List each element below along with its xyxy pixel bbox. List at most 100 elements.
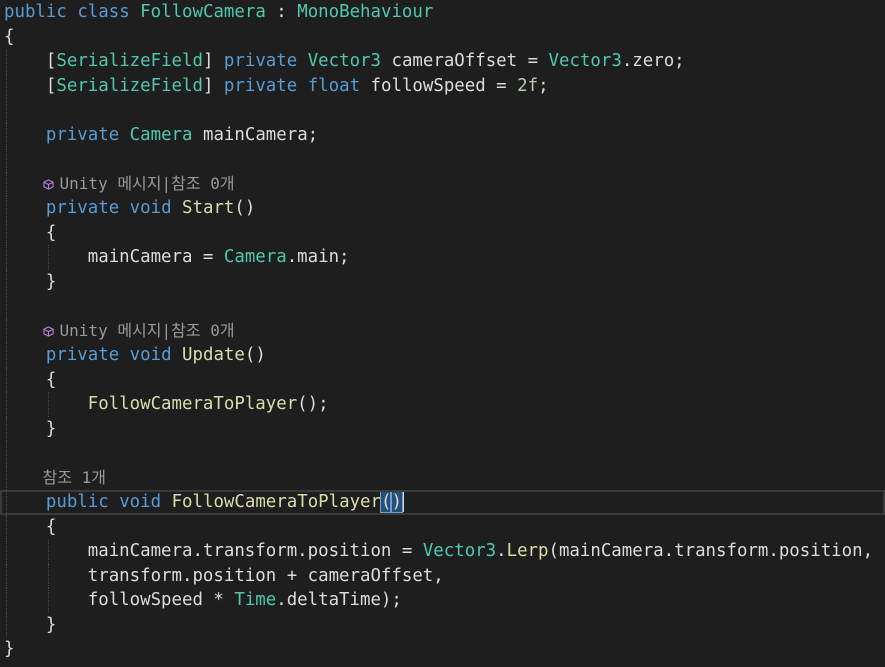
- code-token-punc: [4, 492, 46, 512]
- codelens-line[interactable]: Unity 메시지|참조 0개: [0, 318, 885, 343]
- code-token-kw: private: [45, 198, 120, 218]
- code-token-type: Vector3: [422, 541, 497, 561]
- code-line[interactable]: {: [0, 220, 885, 245]
- code-token-punc: [161, 492, 171, 512]
- code-token-num: 2f: [517, 75, 539, 96]
- code-token-punc: [4, 125, 46, 145]
- codelens-text[interactable]: Unity 메시지|참조 0개: [60, 321, 235, 340]
- code-token-type: SerializeField: [56, 75, 203, 96]
- code-token-punc: ();: [297, 394, 329, 414]
- code-line[interactable]: public void FollowCameraToPlayer(): [0, 490, 885, 515]
- code-line[interactable]: [0, 147, 885, 172]
- code-line[interactable]: followSpeed * Time.deltaTime);: [0, 588, 885, 613]
- code-token-ident: .main;: [286, 247, 350, 267]
- indent-guide: [6, 490, 7, 515]
- code-token-punc: (): [244, 345, 266, 365]
- code-token-punc: [297, 76, 307, 96]
- code-token-ident: mainCamera.transform.position =: [4, 541, 423, 561]
- code-token-method: FollowCameraToPlayer: [171, 492, 381, 512]
- code-line[interactable]: }: [0, 612, 885, 637]
- code-token-paren-hl: ): [390, 491, 404, 513]
- indent-guide: [6, 245, 7, 270]
- code-token-ident: mainCamera;: [192, 124, 319, 145]
- indent-guide: [6, 343, 7, 368]
- code-token-punc: [4, 76, 46, 96]
- code-token-kw: private: [45, 345, 120, 365]
- code-token-type: Camera: [223, 247, 287, 267]
- code-line[interactable]: private Camera mainCamera;: [0, 122, 885, 147]
- indent-guide: [6, 318, 7, 343]
- code-line[interactable]: private void Update(): [0, 343, 885, 368]
- code-token-kw: public: [45, 492, 109, 512]
- indent-guide: [6, 220, 7, 245]
- codelens-text[interactable]: 참조 1개: [43, 468, 106, 487]
- indent-guide: [6, 269, 7, 294]
- code-token-punc: }: [4, 271, 57, 292]
- codelens-line[interactable]: Unity 메시지|참조 0개: [0, 171, 885, 196]
- code-line[interactable]: [SerializeField] private Vector3 cameraO…: [0, 49, 885, 74]
- code-token-punc: ;: [538, 75, 549, 96]
- code-line[interactable]: [SerializeField] private float followSpe…: [0, 73, 885, 98]
- code-token-punc: .: [496, 541, 507, 561]
- code-token-punc: :: [265, 2, 298, 22]
- code-line[interactable]: [0, 98, 885, 123]
- code-token-ident: cameraOffset =: [381, 51, 549, 71]
- codelens-text[interactable]: Unity 메시지|참조 0개: [60, 174, 235, 193]
- code-line[interactable]: {: [0, 514, 885, 539]
- code-token-punc: [119, 345, 129, 365]
- indent-guide: [6, 465, 7, 490]
- code-token-ident: transform.position + cameraOffset,: [4, 565, 444, 586]
- code-line[interactable]: [0, 294, 885, 319]
- indent-guide: [6, 49, 7, 74]
- code-token-punc: {: [4, 222, 57, 243]
- code-token-punc: }: [4, 418, 57, 439]
- code-line[interactable]: }: [0, 416, 885, 441]
- code-token-method: Start: [182, 198, 235, 218]
- code-line[interactable]: {: [0, 25, 885, 50]
- code-line[interactable]: private void Start(): [0, 196, 885, 221]
- codelens-line[interactable]: 참조 1개: [0, 465, 885, 490]
- indent-guide: [6, 416, 7, 441]
- code-token-method: Update: [182, 345, 245, 365]
- code-line[interactable]: mainCamera = Camera.main;: [0, 245, 885, 270]
- code-line[interactable]: }: [0, 269, 885, 294]
- indent-guide: [6, 367, 7, 392]
- code-token-type: SerializeField: [56, 51, 203, 71]
- code-line[interactable]: public class FollowCamera : MonoBehaviou…: [0, 0, 885, 25]
- code-token-ident: (mainCamera.transform.position,: [548, 541, 874, 561]
- code-line[interactable]: [0, 441, 885, 466]
- code-token-punc: (): [234, 198, 256, 218]
- code-token-kw: void: [129, 345, 172, 365]
- code-token-kw: void: [119, 492, 162, 512]
- indent-guide: [47, 392, 49, 417]
- code-token-punc: [119, 198, 129, 218]
- indent-guide: [6, 563, 7, 588]
- code-line[interactable]: mainCamera.transform.position = Vector3.…: [0, 539, 885, 564]
- code-token-method: Lerp: [506, 541, 549, 561]
- code-token-ident: mainCamera =: [4, 247, 224, 267]
- code-editor[interactable]: public class FollowCamera : MonoBehaviou…: [0, 0, 885, 667]
- code-token-type: Time: [234, 590, 277, 610]
- code-token-punc: [109, 492, 119, 512]
- code-token-punc: [297, 51, 307, 71]
- indent-guide: [6, 612, 7, 637]
- code-line[interactable]: {: [0, 367, 885, 392]
- indent-guide: [6, 294, 7, 319]
- code-token-type: FollowCamera: [140, 2, 266, 22]
- code-token-punc: [172, 345, 182, 365]
- indent-guide: [6, 73, 7, 98]
- code-token-kw: public: [4, 2, 67, 22]
- code-token-punc: [: [45, 51, 57, 71]
- code-token-punc: [: [45, 75, 57, 96]
- code-token-punc: ]: [202, 75, 224, 96]
- code-token-punc: {: [4, 516, 57, 537]
- code-line[interactable]: }: [0, 637, 885, 662]
- text-caret: [401, 490, 404, 512]
- code-line[interactable]: transform.position + cameraOffset,: [0, 563, 885, 588]
- code-line[interactable]: FollowCameraToPlayer();: [0, 392, 885, 417]
- indent-guide: [6, 98, 7, 123]
- code-token-punc: [4, 51, 46, 71]
